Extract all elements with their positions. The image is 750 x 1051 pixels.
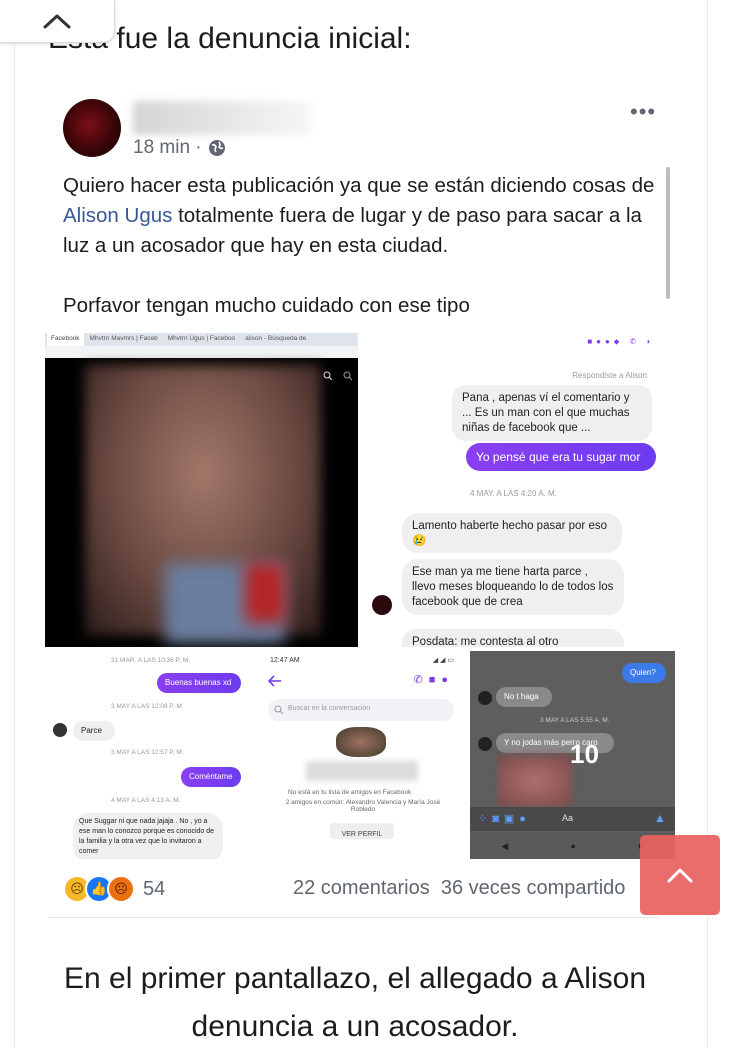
author-name-redacted [133, 101, 311, 135]
scroll-to-top-button[interactable] [640, 835, 720, 915]
browser-tab: alison - Búsqueda de [245, 335, 307, 342]
engagement-stats: 22 comentarios 36 veces compartido [293, 877, 625, 900]
quoted-message: Pana , apenas ví el comentario y ... Es … [452, 385, 652, 441]
browser-tab: Mhvtrn Mavmrs | Faceb [89, 335, 158, 342]
view-profile-button[interactable]: VER PERFIL [330, 823, 394, 839]
received-message: Lamento haberte hecho pasar por eso 😢 [402, 513, 622, 553]
comments-link[interactable]: 22 comentarios [293, 877, 430, 899]
screenshot-chat-3[interactable]: 12:47 AM ◢ ◢ ▭ ✆■● Buscar en la conversa… [258, 651, 466, 859]
chevron-up-icon [43, 14, 71, 29]
search-placeholder: Buscar en la conversación [288, 705, 371, 712]
browser-tab: Mhvtrn Ugus | Faceboo [167, 335, 236, 342]
chevron-up-icon [667, 868, 693, 883]
status-time: 12:47 AM [270, 657, 300, 664]
blurred-red-object [245, 563, 285, 623]
received-message: Parce [73, 721, 115, 741]
post-body: Quiero hacer esta publicación ya que se … [63, 171, 663, 321]
search-field[interactable]: Buscar en la conversación [268, 699, 454, 721]
sent-message: Yo pensé que era tu sugar mor [466, 443, 656, 471]
author-avatar[interactable] [63, 99, 121, 157]
more-options-icon[interactable]: ••• [630, 99, 656, 125]
blurred-video-preview [498, 755, 572, 807]
contact-avatar [478, 737, 492, 751]
view-profile-label: VER PERFIL [341, 831, 383, 838]
not-friends-note: No está en tu lista de amigos en Faceboo… [288, 789, 412, 796]
contact-avatar [478, 691, 492, 705]
browser-tab: Facebook [47, 333, 84, 346]
like-icon[interactable]: ▲ [654, 811, 666, 825]
received-message: Posdata: me contesta al otro [402, 629, 624, 647]
embedded-post: 18 min · ••• Quiero hacer esta publicaci… [45, 85, 675, 917]
post-warning-text: Porfavor tengan mucho cuidado con ese ti… [63, 294, 470, 317]
chat-date: 4 MAY. A LAS 4:20 A. M. [470, 489, 557, 498]
angry-reaction-icon: ☹ [107, 875, 135, 903]
contact-avatar [372, 595, 392, 615]
compose-icons[interactable]: ⁘◙▣● [478, 812, 531, 825]
screenshot-chat-1[interactable]: ■●●⬥ ✆ ◗ Respondiste a Alison Pana , ape… [362, 333, 675, 647]
profile-photo [336, 727, 386, 757]
sent-message: Coméntame [181, 767, 241, 787]
profile-name-redacted [306, 761, 418, 781]
status-icons: ◢ ◢ ▭ [432, 657, 454, 664]
video-timer: 10 [570, 739, 599, 769]
search-icon [274, 705, 284, 715]
received-message: Ese man ya me tiene harta parce , llevo … [402, 559, 624, 615]
sent-message: Quien? [622, 663, 666, 683]
chat-date: 3 MAY A LAS 5:55 A. M. [540, 717, 610, 724]
divider [48, 917, 658, 918]
zoom-in-icon[interactable] [323, 371, 333, 381]
post-time: 18 min · [133, 137, 202, 158]
screenshot-photo-viewer[interactable]: Facebook Mhvtrn Mavmrs | Faceb Mhvtrn Ug… [45, 333, 358, 647]
screenshot-chat-4[interactable]: Quien? No t haga 3 MAY A LAS 5:55 A. M. … [470, 651, 675, 859]
back-arrow-icon[interactable] [268, 675, 282, 687]
chat-header-icons: ■●●⬥ ✆ ◗ [587, 337, 655, 346]
sent-message: Buenas buenas xd [157, 673, 241, 693]
reply-note: Respondiste a Alison [572, 371, 647, 380]
reaction-summary[interactable]: ☹ 👍 ☹ 54 [63, 875, 165, 903]
received-message: Que Suggar ni que nada jajaja . No , yo … [73, 813, 223, 859]
call-video-info-icons[interactable]: ✆■● [413, 673, 454, 686]
article-caption: En el primer pantallazo, el allegado a A… [63, 962, 647, 1043]
mutual-friends: 2 amigos en común: Alexandro Valencia y … [285, 799, 441, 813]
chat-date: 31 MAR. A LAS 10:36 P. M. [111, 657, 191, 664]
browser-address-bar [45, 346, 358, 358]
post-text-part: Quiero hacer esta publicación ya que se … [63, 174, 655, 197]
chat-date: 3 MAY A LAS 12:08 P. M. [111, 703, 184, 710]
shares-link[interactable]: 36 veces compartido [441, 877, 626, 899]
zoom-out-icon[interactable] [343, 371, 353, 381]
text-scrollbar[interactable] [666, 167, 670, 299]
browser-tab-bar: Facebook Mhvtrn Mavmrs | Faceb Mhvtrn Ug… [45, 333, 358, 346]
screenshot-chat-2[interactable]: 31 MAR. A LAS 10:36 P. M. Buenas buenas … [45, 651, 254, 859]
collapse-button[interactable] [0, 0, 115, 43]
globe-icon [208, 140, 225, 156]
compose-placeholder[interactable]: Aa [562, 813, 573, 823]
reaction-count: 54 [143, 877, 166, 900]
received-message: No t haga [496, 687, 552, 707]
post-timestamp: 18 min · [133, 137, 226, 159]
chat-date: 3 MAY A LAS 12:57 P. M. [111, 749, 184, 756]
chat-date: 4 MAY A LAS 4:13 A. M. [111, 797, 181, 804]
compose-bar[interactable]: ⁘◙▣● Aa ▲ [470, 807, 675, 831]
mention-link[interactable]: Alison Ugus [63, 204, 172, 227]
contact-avatar [53, 723, 67, 737]
